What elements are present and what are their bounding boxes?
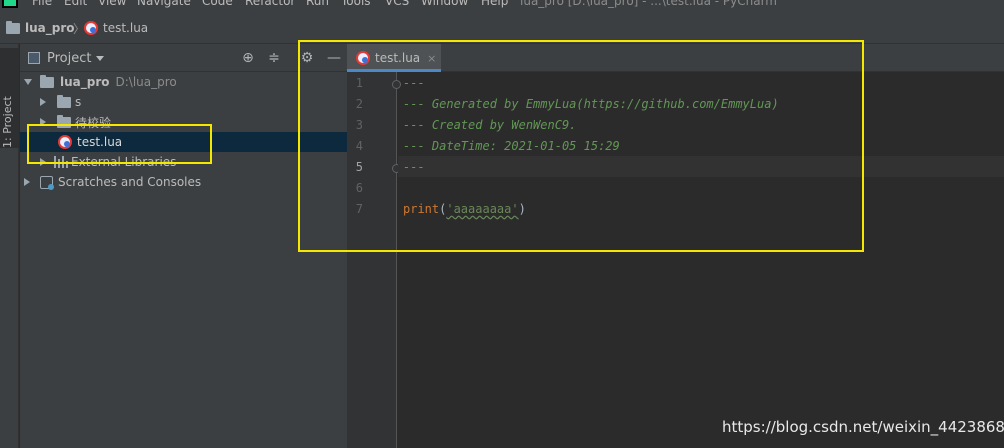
collapse-arrow-icon[interactable] [40, 98, 46, 106]
menu-edit[interactable]: Edit [64, 0, 87, 9]
menu-bar: File Edit View Navigate Code Refactor Ru… [0, 0, 1004, 12]
expand-arrow-icon[interactable] [24, 79, 32, 85]
folder-icon [40, 74, 54, 88]
project-view-selector[interactable]: Project [47, 51, 91, 66]
menu-code[interactable]: Code [202, 0, 233, 9]
crosshair-icon[interactable]: ⊕ [240, 50, 256, 66]
collapse-arrow-icon[interactable] [24, 178, 30, 186]
scratch-icon [40, 175, 54, 190]
menu-file[interactable]: File [32, 0, 52, 9]
menu-run[interactable]: Run [306, 0, 329, 9]
menu-vcs[interactable]: VCS [385, 0, 409, 9]
pycharm-logo-icon [2, 0, 18, 8]
annotation-box-editor [298, 40, 864, 252]
breadcrumb-project[interactable]: lua_pro [6, 20, 75, 35]
menu-tools[interactable]: Tools [341, 0, 371, 9]
tree-item-label: lua_pro [60, 75, 110, 89]
project-tool-tab-label: 1: Project [1, 96, 14, 148]
breadcrumb-file-label: test.lua [103, 21, 149, 35]
tree-item-label: Scratches and Consoles [58, 175, 202, 189]
chevron-down-icon[interactable] [96, 56, 104, 61]
tree-item-path: D:\lua_pro [115, 75, 177, 89]
breadcrumb-file[interactable]: test.lua [84, 21, 148, 35]
tree-item-label: s [75, 95, 82, 109]
tool-window-strip: 1: Project [0, 44, 19, 448]
menu-refactor[interactable]: Refactor [245, 0, 295, 9]
breadcrumb-project-label: lua_pro [25, 21, 75, 35]
menu-view[interactable]: View [98, 0, 126, 9]
project-view-icon [28, 52, 40, 64]
annotation-box-file [27, 124, 212, 164]
folder-icon [6, 20, 20, 34]
watermark: https://blog.csdn.net/weixin_44238683 [722, 418, 1004, 436]
menu-help[interactable]: Help [481, 0, 508, 9]
menu-window[interactable]: Window [421, 0, 468, 9]
lua-file-icon [84, 21, 98, 35]
menu-navigate[interactable]: Navigate [137, 0, 191, 9]
collapse-all-icon[interactable]: ≑ [266, 50, 282, 66]
folder-icon [57, 94, 71, 108]
window-title: lua_pro [D:\lua_pro] - ...\test.lua - Py… [520, 0, 777, 8]
